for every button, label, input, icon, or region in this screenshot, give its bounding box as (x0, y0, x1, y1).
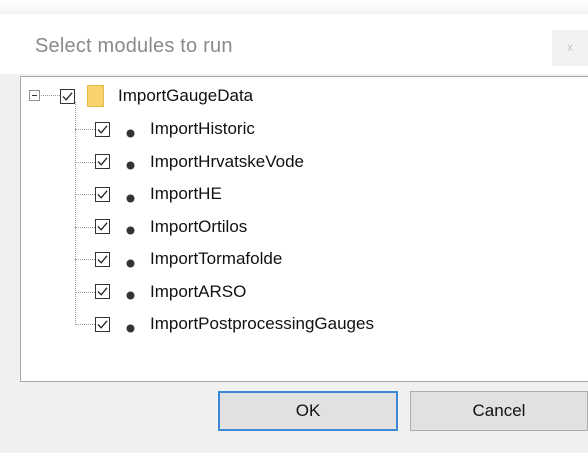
module-tree[interactable]: ImportGaugeData ImportHistoric ImportHrva… (20, 76, 588, 382)
tree-connector-line (75, 129, 95, 130)
checkbox-module[interactable] (95, 186, 110, 202)
tree-connector-line (75, 194, 95, 195)
module-dot-icon (126, 157, 135, 170)
module-dot-icon (126, 222, 135, 235)
close-button[interactable]: x (552, 30, 588, 66)
tree-child-node[interactable]: ImportOrtilos (95, 213, 247, 241)
title-bar[interactable]: Select modules to run x (0, 14, 588, 74)
module-label: ImportOrtilos (150, 216, 248, 236)
tree-connector-line (75, 291, 95, 293)
folder-icon (87, 85, 104, 107)
checkbox-module[interactable] (95, 316, 110, 332)
module-dot-icon (126, 255, 135, 267)
tree-child-node[interactable]: ImportHE (95, 180, 222, 208)
collapse-toggle-icon[interactable] (29, 90, 40, 101)
window-shadow (0, 0, 588, 14)
checkbox-root[interactable] (60, 88, 75, 104)
tree-guide-line (75, 102, 76, 323)
tree-child-node[interactable]: ImportTormafolde (95, 245, 282, 273)
checkmark-icon (97, 287, 108, 296)
button-bar: OK Cancel (0, 384, 588, 453)
select-modules-dialog: Select modules to run x ImportGaugeData … (0, 0, 588, 453)
checkmark-icon (97, 319, 108, 329)
tree-child-node[interactable]: ImportARSO (95, 278, 246, 306)
module-dot-icon (126, 190, 135, 202)
module-label: ImportHistoric (150, 119, 255, 138)
ok-button[interactable]: OK (218, 391, 398, 431)
checkbox-module[interactable] (95, 121, 110, 137)
tree-root-label: ImportGaugeData (118, 86, 254, 105)
tree-connector-line (75, 259, 95, 260)
close-icon: x (567, 40, 573, 54)
tree-child-node[interactable]: ImportHistoric (95, 115, 255, 143)
checkmark-icon (62, 91, 73, 101)
checkmark-icon (97, 189, 108, 199)
dialog-title: Select modules to run (35, 35, 233, 57)
module-dot-icon (126, 320, 135, 332)
tree-connector-line (75, 324, 95, 325)
module-label: ImportHE (150, 184, 222, 203)
checkbox-module[interactable] (95, 154, 110, 169)
tree-child-node[interactable]: ImportHrvatskeVode (95, 148, 304, 176)
checkbox-module[interactable] (95, 251, 110, 267)
checkmark-icon (97, 124, 108, 134)
module-label: ImportPostprocessingGauges (150, 314, 374, 333)
module-label: ImportARSO (150, 281, 247, 301)
module-dot-icon (126, 125, 135, 137)
tree-child-node[interactable]: ImportPostprocessingGauges (95, 310, 374, 338)
module-label: ImportHrvatskeVode (150, 151, 305, 171)
cancel-button[interactable]: Cancel (410, 391, 588, 431)
tree-root-node[interactable]: ImportGaugeData (60, 82, 253, 110)
tree-connector-line (75, 161, 95, 163)
tree-connector-line (75, 226, 95, 228)
checkmark-icon (97, 157, 108, 166)
module-dot-icon (126, 287, 135, 300)
module-label: ImportTormafolde (150, 249, 283, 268)
checkbox-module[interactable] (95, 284, 110, 299)
checkmark-icon (97, 254, 108, 264)
checkbox-module[interactable] (95, 219, 110, 234)
tree-connector-line (41, 95, 60, 96)
checkmark-icon (97, 222, 108, 231)
